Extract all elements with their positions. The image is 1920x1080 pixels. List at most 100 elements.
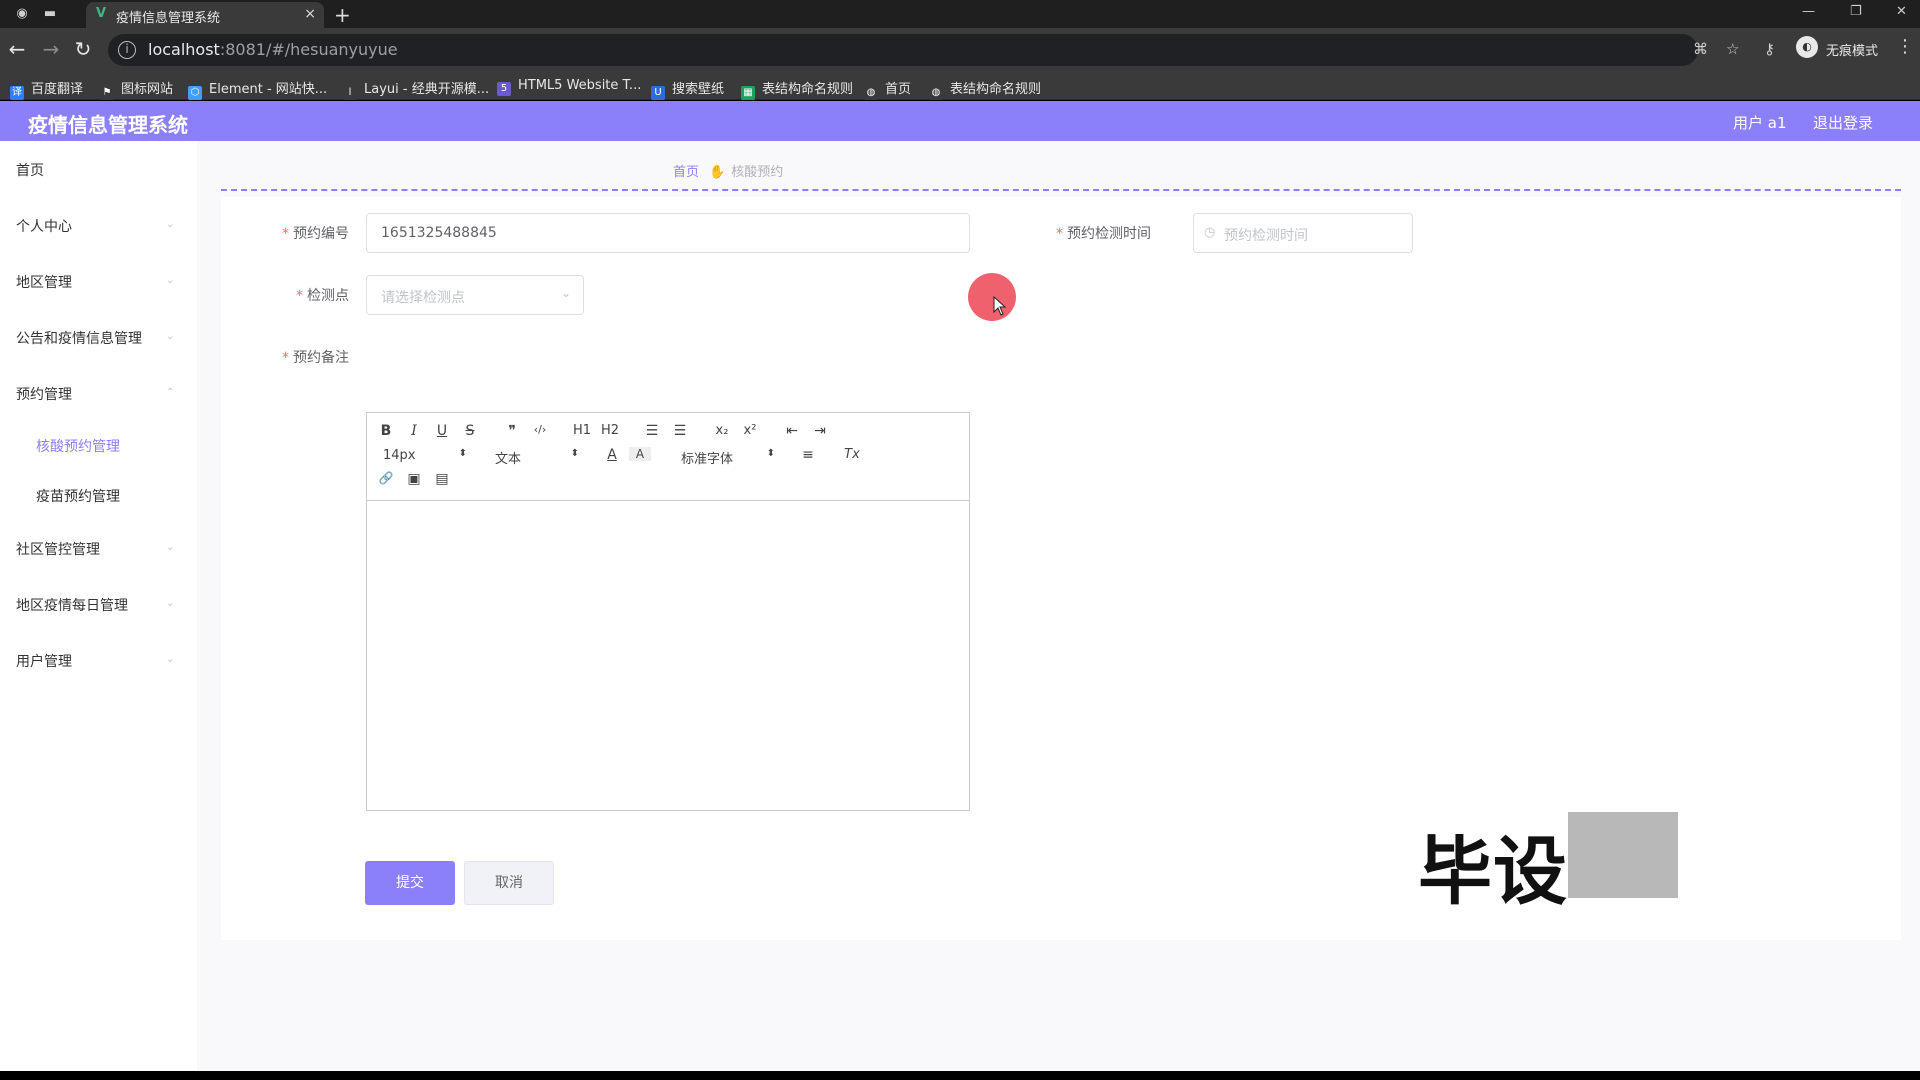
- booking-no-label: * 预约编号: [282, 226, 349, 242]
- tab-title: 疫情信息管理系统: [116, 11, 221, 26]
- baidu-translate-icon: 译: [10, 86, 24, 100]
- bookmark-item[interactable]: 译百度翻译: [10, 78, 83, 100]
- vue-favicon-icon: V: [96, 6, 107, 21]
- address-bar[interactable]: i localhost:8081/#/hesuanyuyue ⌘ ☆: [108, 34, 1739, 66]
- rich-text-editor: B I U S ❞ ‹/› H1 H2 ☰ ☰ x₂ x² ⇤ ⇥ 14px ⬍ …: [366, 412, 970, 811]
- sidebar-item-appointment[interactable]: 预约管理: [16, 384, 72, 404]
- breadcrumb-home[interactable]: 首页: [673, 165, 699, 180]
- globe-icon: ◍: [864, 86, 878, 100]
- bookmark-label: 搜索壁纸: [672, 82, 725, 97]
- html5-icon: 5: [497, 82, 511, 96]
- translate-icon[interactable]: ⌘: [1693, 40, 1708, 58]
- hand-icon: ✋: [709, 165, 726, 180]
- bullet-list-icon[interactable]: ☰: [669, 423, 691, 439]
- indent-icon[interactable]: ⇥: [809, 423, 831, 439]
- bookmark-item[interactable]: l Layui - 经典开源模...: [343, 78, 489, 100]
- background-color-icon[interactable]: A: [629, 447, 651, 461]
- forward-icon[interactable]: →: [40, 38, 62, 60]
- font-family-select[interactable]: 标准字体 ⬍: [681, 448, 775, 467]
- chevron-down-icon: ⌄: [166, 654, 175, 665]
- bookmark-label: 图标网站: [121, 82, 174, 97]
- strikethrough-icon[interactable]: S: [459, 423, 481, 439]
- sidebar-item-notice[interactable]: 公告和疫情信息管理: [16, 328, 142, 348]
- tab-search-icon[interactable]: ▬: [42, 6, 58, 22]
- italic-icon[interactable]: I: [403, 423, 425, 439]
- bookmark-item[interactable]: ◍ 首页: [864, 78, 911, 100]
- url-text: localhost:8081/#/hesuanyuyue: [148, 40, 398, 59]
- heading2-icon[interactable]: H2: [599, 423, 621, 438]
- bookmark-label: Element - 网站快...: [209, 82, 328, 97]
- site-info-icon[interactable]: i: [118, 41, 136, 59]
- bookmark-label: HTML5 Website T...: [518, 78, 642, 93]
- divider: [221, 189, 1901, 191]
- subscript-icon[interactable]: x₂: [711, 423, 733, 438]
- more-menu-icon[interactable]: ⋮: [1896, 36, 1914, 57]
- font-color-icon[interactable]: A: [601, 447, 623, 463]
- new-tab-button[interactable]: +: [334, 3, 351, 27]
- app-brand: 疫情信息管理系统: [28, 113, 188, 137]
- sidebar-item-region[interactable]: 地区管理: [16, 272, 72, 292]
- sidebar-item-profile[interactable]: 个人中心: [16, 216, 72, 236]
- editor-content-area[interactable]: [367, 502, 969, 810]
- bookmark-item[interactable]: U 搜索壁纸: [651, 78, 724, 100]
- align-icon[interactable]: ≡: [797, 447, 819, 463]
- current-user[interactable]: 用户 a1: [1733, 112, 1787, 133]
- sidebar-subitem-vaccine[interactable]: 疫苗预约管理: [36, 486, 120, 506]
- screen: ◉ ▬ V 疫情信息管理系统 × + — ❐ ✕ ← → ↻ i localho…: [0, 0, 1920, 1080]
- bookmark-item[interactable]: ◍ 表结构命名规则: [929, 78, 1041, 100]
- blockquote-icon[interactable]: ❞: [501, 423, 523, 439]
- logout-button[interactable]: 退出登录: [1813, 112, 1873, 133]
- bookmark-item[interactable]: ⚑ 图标网站: [100, 78, 173, 100]
- browser-tab[interactable]: V 疫情信息管理系统 ×: [86, 2, 324, 28]
- sidebar-item-home[interactable]: 首页: [16, 160, 44, 180]
- font-size-select[interactable]: 14px ⬍: [383, 448, 467, 463]
- main-content: 首页 ✋ 核酸预约 * 预约编号 1651325488845 * 预约检测时间 ◷ 预约…: [197, 141, 1920, 1071]
- close-window-icon[interactable]: ✕: [1896, 4, 1907, 19]
- bookmark-label: 表结构命名规则: [762, 82, 854, 97]
- video-icon[interactable]: ▤: [431, 471, 453, 487]
- sidebar: 首页 个人中心 ⌄ 地区管理 ⌄ 公告和疫情信息管理 ⌄ 预约管理 ⌃ 核酸预约…: [0, 141, 197, 1071]
- chevron-down-icon: ⌄: [166, 331, 175, 342]
- watermark-blur: [1568, 812, 1678, 898]
- sidebar-item-daily[interactable]: 地区疫情每日管理: [16, 595, 128, 615]
- app-header: 疫情信息管理系统 用户 a1 退出登录: [0, 101, 1920, 141]
- bookmark-star-icon[interactable]: ☆: [1726, 40, 1739, 58]
- bold-icon[interactable]: B: [375, 423, 397, 439]
- booking-no-input[interactable]: 1651325488845: [366, 213, 970, 253]
- reload-icon[interactable]: ↻: [72, 38, 94, 60]
- test-time-label: * 预约检测时间: [1056, 226, 1151, 242]
- outdent-icon[interactable]: ⇤: [781, 423, 803, 439]
- chevron-down-icon: ⌄: [166, 275, 175, 286]
- code-block-icon[interactable]: ‹/›: [529, 423, 551, 436]
- bookmark-item[interactable]: ⬡ Element - 网站快...: [188, 78, 327, 100]
- ordered-list-icon[interactable]: ☰: [641, 423, 663, 439]
- browser-menu-icon[interactable]: ◉: [14, 6, 30, 22]
- block-format-select[interactable]: 文本 ⬍: [495, 448, 579, 467]
- submit-button[interactable]: 提交: [365, 861, 455, 905]
- heading1-icon[interactable]: H1: [571, 423, 593, 438]
- test-site-select[interactable]: 请选择检测点 ⌄: [366, 275, 584, 315]
- bookmark-item[interactable]: 5 HTML5 Website T...: [497, 78, 641, 96]
- superscript-icon[interactable]: x²: [739, 423, 761, 438]
- browser-tab-strip: ◉ ▬ V 疫情信息管理系统 × + — ❐ ✕: [0, 0, 1920, 28]
- image-icon[interactable]: ▣: [403, 471, 425, 487]
- bookmark-label: 表结构命名规则: [950, 82, 1042, 97]
- sidebar-subitem-nucleic-test[interactable]: 核酸预约管理: [36, 436, 120, 456]
- sidebar-item-users[interactable]: 用户管理: [16, 651, 72, 671]
- incognito-label: 无痕模式: [1826, 44, 1879, 59]
- link-icon[interactable]: 🔗: [375, 471, 397, 485]
- key-icon[interactable]: ⚷: [1764, 40, 1775, 58]
- clear-format-icon[interactable]: Tx: [841, 447, 863, 462]
- tab-close-icon[interactable]: ×: [304, 6, 316, 22]
- bookmarks-bar: 译百度翻译 ⚑ 图标网站 ⬡ Element - 网站快... l Layui - 经典开源…: [0, 72, 1920, 100]
- bookmark-item[interactable]: ▦ 表结构命名规则: [741, 78, 853, 100]
- sidebar-item-community[interactable]: 社区管控管理: [16, 539, 100, 559]
- cancel-button[interactable]: 取消: [464, 861, 554, 905]
- updown-icon: ⬍: [458, 448, 467, 459]
- restore-icon[interactable]: ❐: [1850, 4, 1862, 19]
- chevron-down-icon: ⌄: [560, 286, 571, 300]
- minimize-icon[interactable]: —: [1802, 4, 1815, 19]
- test-time-picker[interactable]: ◷ 预约检测时间: [1193, 213, 1413, 253]
- underline-icon[interactable]: U: [431, 423, 453, 439]
- back-icon[interactable]: ←: [6, 38, 28, 60]
